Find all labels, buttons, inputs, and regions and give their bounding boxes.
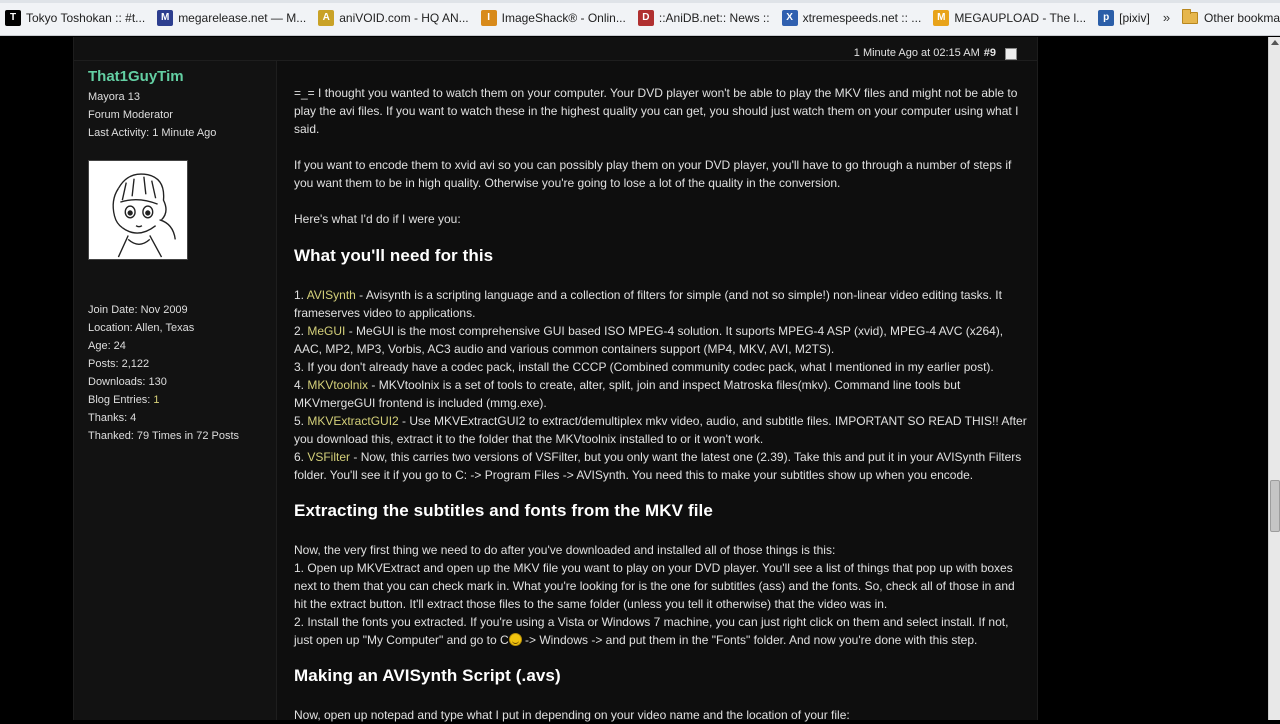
mkvextractgui2-link[interactable]: MKVExtractGUI2 xyxy=(307,414,398,428)
megui-link[interactable]: MeGUI xyxy=(307,324,345,338)
list-item: 6. VSFilter - Now, this carries two vers… xyxy=(294,450,1021,482)
bookmark-label: Tokyo Toshokan :: #t... xyxy=(26,10,146,25)
avisynth-link[interactable]: AVISynth xyxy=(307,288,356,302)
bookmark-favicon-icon: X xyxy=(781,9,798,26)
avatar-sketch-image xyxy=(112,173,176,258)
section-heading: Making an AVISynth Script (.avs) xyxy=(294,666,561,685)
vsfilter-link[interactable]: VSFilter xyxy=(307,450,350,464)
list-item: 4. MKVtoolnix - MKVtoolnix is a set of t… xyxy=(294,378,960,410)
post-paragraph: =_= I thought you wanted to watch them o… xyxy=(294,86,1019,136)
bookmark-item[interactable]: T Tokyo Toshokan :: #t... xyxy=(0,7,150,29)
forum-page: 1 Minute Ago at 02:15 AM #9 That1GuyTim … xyxy=(0,37,1268,722)
list-item-number: 6. xyxy=(294,450,308,464)
bookmark-favicon-icon: I xyxy=(480,9,497,26)
user-posts: Posts: 2,122 xyxy=(88,358,150,370)
list-item-number: 2. xyxy=(294,324,308,338)
bookmark-favicon-icon: M xyxy=(157,9,174,26)
user-info-panel: That1GuyTim Mayora 13 Forum Moderator La… xyxy=(74,61,277,720)
list-item-text: - MeGUI is the most comprehensive GUI ba… xyxy=(294,324,1004,356)
user-downloads: Downloads: 130 xyxy=(88,376,167,388)
list-item-text: 3. If you don't already have a codec pac… xyxy=(294,360,994,374)
bookmark-label: ImageShack® - Onlin... xyxy=(501,10,626,25)
list-item: 1. AVISynth - Avisynth is a scripting la… xyxy=(294,288,1002,320)
post-paragraph: 2. Install the fonts you extracted. If y… xyxy=(294,613,1029,649)
folder-icon xyxy=(1182,8,1199,24)
username-link[interactable]: That1GuyTim xyxy=(88,68,184,85)
list-item-number: 4. xyxy=(294,378,308,392)
tool-list: 1. AVISynth - Avisynth is a scripting la… xyxy=(294,286,1029,484)
post-meta: 1 Minute Ago at 02:15 AM #9 xyxy=(854,45,1017,60)
post-header: 1 Minute Ago at 02:15 AM #9 xyxy=(74,37,1037,61)
tab-strip-edge xyxy=(0,0,1280,3)
scroll-up-arrow-icon[interactable] xyxy=(1271,40,1279,45)
section-heading: Extracting the subtitles and fonts from … xyxy=(294,501,713,520)
list-item-text: - MKVtoolnix is a set of tools to create… xyxy=(294,378,961,410)
bookmarks-overflow-chevron[interactable]: » xyxy=(1163,10,1170,25)
page-scrollbar[interactable] xyxy=(1268,37,1280,720)
other-bookmarks-button[interactable]: Other bookmarks xyxy=(1182,8,1280,25)
bookmark-label: xtremespeeds.net :: ... xyxy=(802,10,922,25)
user-thanks: Thanks: 4 xyxy=(88,412,137,424)
list-item-text: - Use MKVExtractGUI2 to extract/demultip… xyxy=(294,414,1027,446)
list-item-number: 5. xyxy=(294,414,308,428)
bookmark-item[interactable]: I ImageShack® - Onlin... xyxy=(476,7,631,29)
step-text: -> Windows -> and put them in the "Fonts… xyxy=(521,633,978,647)
list-item-number: 1. xyxy=(294,288,307,302)
user-thanked: Thanked: 79 Times in 72 Posts xyxy=(88,430,240,442)
user-title: Mayora 13 xyxy=(88,91,140,103)
list-item-text: - Avisynth is a scripting language and a… xyxy=(294,288,1002,320)
user-age: Age: 24 xyxy=(88,340,126,352)
user-join-date: Join Date: Nov 2009 xyxy=(88,304,188,316)
bookmark-list: T Tokyo Toshokan :: #t... Mmegarelease.net… xyxy=(0,7,1157,29)
forum-post: 1 Minute Ago at 02:15 AM #9 That1GuyTim … xyxy=(73,37,1038,722)
bookmark-label: aniVOID.com - HQ AN... xyxy=(339,10,469,25)
list-item: 2. MeGUI - MeGUI is the most comprehensi… xyxy=(294,324,1003,356)
bookmark-favicon-icon: D xyxy=(637,9,654,26)
section-heading: What you'll need for this xyxy=(294,246,494,265)
bookmark-favicon-icon: T xyxy=(5,9,21,26)
bookmark-label: ::AniDB.net:: News :: xyxy=(658,10,770,25)
bookmark-favicon-icon: p xyxy=(1098,9,1115,26)
list-item-text: - Now, this carries two versions of VSFi… xyxy=(294,450,1022,482)
user-blog-entries: Blog Entries: 1 xyxy=(88,394,160,406)
bookmarks-bar: T Tokyo Toshokan :: #t... Mmegarelease.net… xyxy=(0,0,1280,36)
mkvtoolnix-link[interactable]: MKVtoolnix xyxy=(307,378,368,392)
list-item: 3. If you don't already have a codec pac… xyxy=(294,360,994,374)
smiley-icon xyxy=(508,633,522,646)
bookmark-item[interactable]: AaniVOID.com - HQ AN... xyxy=(313,7,473,29)
bookmark-label: megarelease.net — M... xyxy=(178,10,307,25)
bookmark-label: [pixiv] xyxy=(1119,10,1150,25)
post-number-link[interactable]: #9 xyxy=(984,47,996,59)
post-paragraph: Here's what I'd do if I were you: xyxy=(294,212,461,226)
user-location: Location: Allen, Texas xyxy=(88,322,195,334)
post-paragraph: Now, the very first thing we need to do … xyxy=(294,543,836,557)
post-select-checkbox[interactable] xyxy=(1005,48,1017,60)
post-paragraph: If you want to encode them to xvid avi s… xyxy=(294,158,1012,190)
bookmark-item[interactable]: Xxtremespeeds.net :: ... xyxy=(777,7,927,29)
bookmark-item[interactable]: D::AniDB.net:: News :: xyxy=(633,7,775,29)
post-timestamp: 1 Minute Ago at 02:15 AM xyxy=(853,46,980,59)
bookmark-item[interactable]: M MEGAUPLOAD - The l... xyxy=(928,7,1091,29)
blog-entries-label: Blog Entries: xyxy=(88,394,154,406)
avatar[interactable] xyxy=(88,160,188,260)
scrollbar-thumb[interactable] xyxy=(1270,480,1280,532)
bookmark-item[interactable]: Mmegarelease.net — M... xyxy=(152,7,311,29)
post-paragraph: 1. Open up MKVExtract and open up the MK… xyxy=(294,561,1015,611)
list-item: 5. MKVExtractGUI2 - Use MKVExtractGUI2 t… xyxy=(294,414,1027,446)
other-bookmarks-label: Other bookmarks xyxy=(1204,10,1280,25)
bookmark-label: MEGAUPLOAD - The l... xyxy=(954,10,1087,25)
user-role: Forum Moderator xyxy=(88,109,173,121)
user-last-activity: Last Activity: 1 Minute Ago xyxy=(88,127,217,139)
bookmark-item[interactable]: p [pixiv] xyxy=(1093,7,1155,29)
post-paragraph: Now, open up notepad and type what I put… xyxy=(294,708,850,722)
blog-entries-link[interactable]: 1 xyxy=(153,394,159,406)
bookmark-favicon-icon: M xyxy=(933,9,950,26)
bookmark-favicon-icon: A xyxy=(318,9,335,26)
